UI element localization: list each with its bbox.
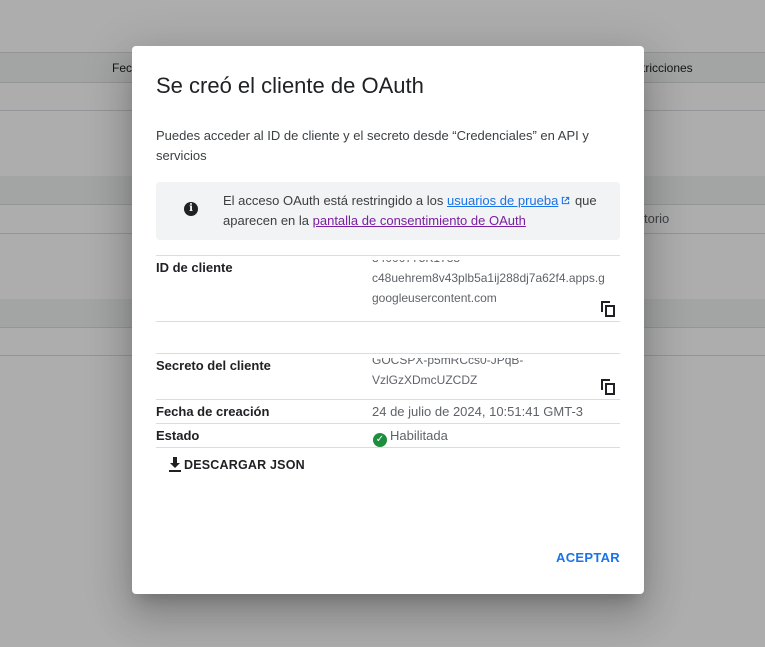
dialog-title: Se creó el cliente de OAuth (156, 73, 424, 98)
client-secret-label: Secreto del cliente (156, 358, 271, 373)
divider (156, 447, 620, 448)
client-id-label: ID de cliente (156, 260, 233, 275)
info-banner-text: El acceso OAuth está restringido a los u… (223, 191, 608, 231)
download-json-label: DESCARGAR JSON (184, 458, 305, 472)
client-id-value[interactable]: 84000775K1788 c48uehrem8v43plb5a1ij288dj… (372, 260, 620, 308)
creation-date-label: Fecha de creación (156, 404, 270, 419)
test-users-link[interactable]: usuarios de prueba (447, 193, 558, 208)
divider (156, 321, 620, 322)
external-link-icon[interactable] (560, 195, 571, 206)
oauth-client-created-dialog: Se creó el cliente de OAuth Puedes acced… (132, 46, 644, 594)
copy-client-secret-button[interactable] (601, 379, 615, 395)
status-text: Habilitada (390, 428, 448, 443)
status-value: ✓ Habilitada (373, 428, 448, 447)
accept-button[interactable]: ACEPTAR (552, 550, 624, 570)
divider (156, 399, 620, 400)
client-secret-line: GOCSPX-p5mRCcs0-JPqB- (372, 358, 524, 367)
client-id-line: c48uehrem8v43plb5a1ij288dj7a62f4.apps.g (372, 271, 605, 285)
info-text-before: El acceso OAuth está restringido a los (223, 193, 448, 208)
divider (156, 255, 620, 256)
dialog-description: Puedes acceder al ID de cliente y el sec… (156, 128, 589, 163)
info-banner: i El acceso OAuth está restringido a los… (156, 182, 620, 240)
divider (156, 423, 620, 424)
creation-date-value: 24 de julio de 2024, 10:51:41 GMT-3 (372, 404, 584, 419)
download-json-button[interactable]: DESCARGAR JSON (168, 456, 305, 476)
client-id-line: 84000775K1788 (372, 260, 620, 268)
copy-client-id-button[interactable] (601, 301, 615, 317)
client-id-line: googleusercontent.com (372, 291, 497, 305)
client-secret-line: VzlGzXDmcUZCDZ (372, 373, 478, 387)
consent-screen-link[interactable]: pantalla de consentimiento de OAuth (313, 213, 526, 228)
download-icon (169, 457, 181, 472)
info-icon: i (184, 202, 198, 216)
check-circle-icon: ✓ (373, 433, 387, 447)
status-label: Estado (156, 428, 200, 443)
divider (156, 353, 620, 354)
client-secret-value[interactable]: GOCSPX-p5mRCcs0-JPqB- VzlGzXDmcUZCDZ (372, 358, 620, 389)
